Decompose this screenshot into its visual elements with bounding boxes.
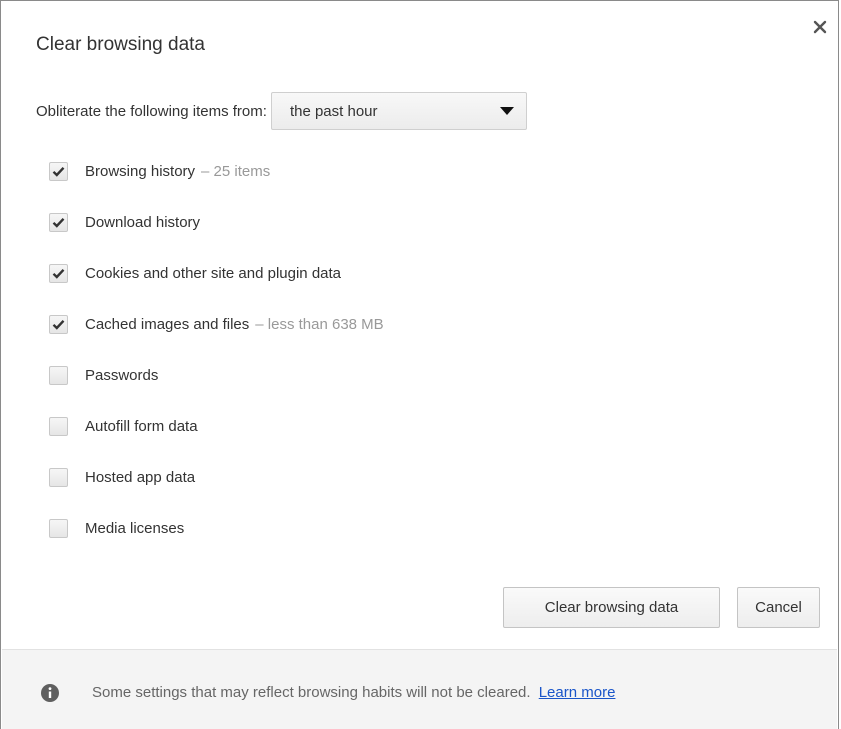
option-row[interactable]: Cookies and other site and plugin data [49, 248, 384, 299]
option-label: Media licenses [85, 520, 185, 537]
cancel-button[interactable]: Cancel [737, 587, 820, 628]
option-checkbox[interactable] [49, 519, 68, 538]
option-label: Hosted app data [85, 469, 196, 486]
checkmark-icon [52, 166, 65, 177]
option-checkbox[interactable] [49, 366, 68, 385]
option-checkbox[interactable] [49, 315, 68, 334]
option-label: Cookies and other site and plugin data [85, 265, 342, 282]
option-label: Autofill form data [85, 418, 198, 435]
option-row[interactable]: Autofill form data [49, 401, 384, 452]
option-row[interactable]: Passwords [49, 350, 384, 401]
option-label: Passwords [85, 367, 159, 384]
footer-message: Some settings that may reflect browsing … [92, 684, 615, 701]
time-range-value: the past hour [289, 102, 378, 120]
dialog-footer: Some settings that may reflect browsing … [2, 649, 837, 729]
option-label: Download history [85, 214, 201, 231]
option-row[interactable]: Media licenses [49, 503, 384, 554]
dialog-title: Clear browsing data [36, 34, 205, 55]
info-icon [41, 684, 59, 702]
time-range-row: Obliterate the following items from: the… [36, 91, 527, 131]
option-checkbox[interactable] [49, 417, 68, 436]
option-label: Browsing history [85, 163, 196, 180]
clear-browsing-data-button[interactable]: Clear browsing data [503, 587, 720, 628]
option-label: Cached images and files [85, 316, 250, 333]
option-row[interactable]: Browsing history – 25 items [49, 146, 384, 197]
close-icon[interactable] [810, 17, 830, 37]
option-note: – less than 638 MB [255, 316, 384, 333]
option-checkbox[interactable] [49, 213, 68, 232]
checkmark-icon [52, 217, 65, 228]
data-type-options: Browsing history – 25 items Download histo… [49, 146, 384, 554]
checkmark-icon [52, 319, 65, 330]
option-row[interactable]: Download history [49, 197, 384, 248]
option-checkbox[interactable] [49, 264, 68, 283]
footer-text: Some settings that may reflect browsing … [92, 684, 531, 701]
dialog-buttons: Clear browsing data Cancel [503, 587, 820, 628]
checkmark-icon [52, 268, 65, 279]
dropdown-arrow-icon [499, 107, 514, 115]
clear-browsing-data-dialog: Clear browsing data Obliterate the follo… [0, 0, 839, 729]
option-row[interactable]: Hosted app data [49, 452, 384, 503]
option-note: – 25 items [201, 163, 271, 180]
option-checkbox[interactable] [49, 162, 68, 181]
learn-more-link[interactable]: Learn more [539, 684, 616, 701]
option-row[interactable]: Cached images and files – less than 638 M… [49, 299, 384, 350]
time-range-label: Obliterate the following items from: [36, 102, 267, 120]
option-checkbox[interactable] [49, 468, 68, 487]
time-range-select[interactable]: the past hour [270, 92, 527, 130]
